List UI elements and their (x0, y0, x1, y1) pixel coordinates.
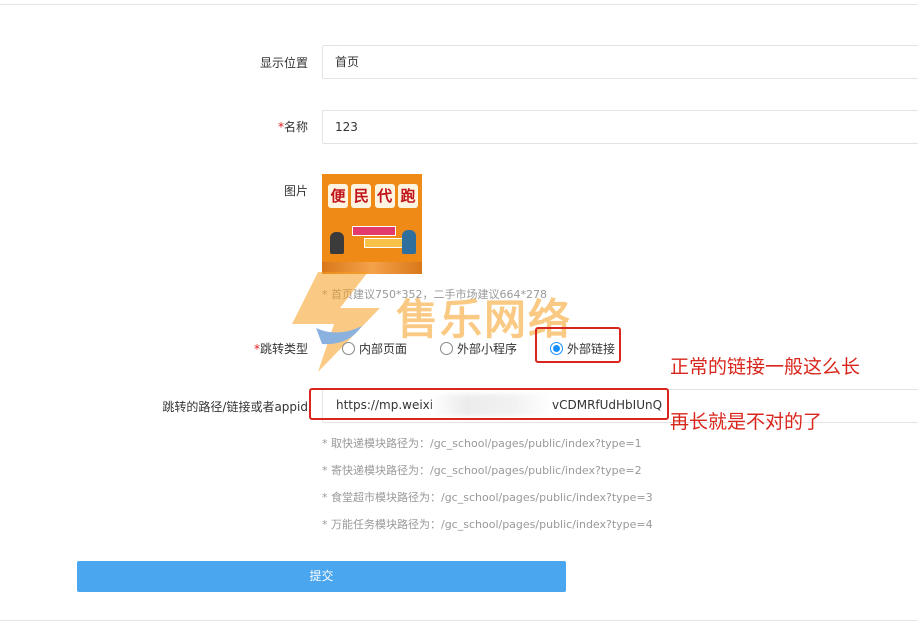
image-char-3: 代 (374, 184, 395, 208)
path-hint-2: * 寄快递模块路径为：/gc_school/pages/public/index… (322, 464, 642, 477)
radio-label: 内部页面 (359, 342, 408, 356)
annotation-box-link (309, 388, 669, 420)
image-char-1: 便 (328, 184, 348, 208)
jump-type-label-text: 跳转类型 (259, 342, 308, 356)
position-field[interactable]: 首页 (322, 45, 918, 79)
image-char-4: 跑 (397, 184, 418, 208)
image-banner-2 (364, 238, 404, 248)
radio-circle[interactable] (440, 342, 453, 355)
submit-button[interactable]: 提交 (77, 561, 566, 592)
name-label: *名称 (278, 118, 308, 135)
radio-internal-page[interactable]: 内部页面 (342, 340, 407, 357)
image-ground (322, 262, 422, 274)
position-label: 显示位置 (259, 56, 308, 70)
image-size-hint: * 首页建议750*352，二手市场建议664*278 (322, 288, 547, 301)
path-hint-4: * 万能任务模块路径为：/gc_school/pages/public/inde… (322, 518, 653, 531)
path-hint-1: * 取快递模块路径为：/gc_school/pages/public/index… (322, 437, 642, 450)
path-label: 跳转的路径/链接或者appid (162, 400, 308, 414)
image-title: 便 民 代 跑 (328, 184, 418, 208)
image-person-left (330, 232, 344, 254)
top-divider (0, 4, 918, 5)
name-field[interactable]: 123 (322, 110, 918, 144)
radio-external-miniprogram[interactable]: 外部小程序 (440, 340, 517, 357)
annotation-box-radio (535, 327, 621, 363)
uploaded-image[interactable]: 便 民 代 跑 (322, 174, 422, 274)
name-label-text: 名称 (283, 120, 308, 134)
path-hint-3: * 食堂超市模块路径为：/gc_school/pages/public/inde… (322, 491, 653, 504)
jump-type-label: *跳转类型 (254, 340, 308, 357)
image-label: 图片 (283, 184, 308, 198)
image-person-right (402, 230, 416, 254)
bottom-divider (0, 620, 918, 621)
annotation-note-normal: 正常的链接一般这么长 (670, 356, 861, 378)
annotation-note-longer: 再长就是不对的了 (670, 411, 823, 433)
radio-circle[interactable] (342, 342, 355, 355)
image-banner (352, 226, 396, 236)
image-char-2: 民 (351, 184, 372, 208)
radio-label: 外部小程序 (457, 342, 518, 356)
watermark-logo-icon (292, 272, 380, 372)
